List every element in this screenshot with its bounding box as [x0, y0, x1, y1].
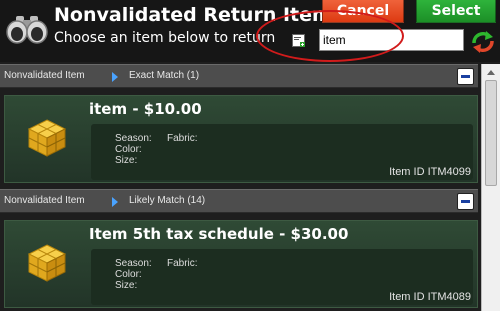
- chevron-right-icon: [112, 197, 118, 207]
- scroll-up-icon[interactable]: [487, 70, 495, 75]
- breadcrumb-root[interactable]: Nonvalidated Item: [4, 195, 85, 206]
- select-button[interactable]: Select: [416, 0, 496, 23]
- breadcrumb-leaf: Likely Match (14): [129, 195, 205, 206]
- scroll-thumb[interactable]: [485, 80, 497, 186]
- add-item-icon[interactable]: [292, 34, 306, 48]
- season-label: Season:: [115, 133, 152, 144]
- item-card[interactable]: Item 5th tax schedule - $30.00 Season: F…: [4, 220, 478, 308]
- breadcrumb-leaf: Exact Match (1): [129, 70, 199, 81]
- binoculars-icon: [6, 10, 48, 46]
- search-input[interactable]: [319, 29, 464, 51]
- dialog-subtitle: Choose an item below to return: [54, 30, 275, 46]
- collapse-button[interactable]: [457, 68, 474, 85]
- vertical-scrollbar[interactable]: [481, 64, 500, 311]
- color-label: Color:: [115, 144, 142, 155]
- cube-icon: [27, 243, 67, 283]
- dialog-title: Nonvalidated Return Item: [54, 4, 332, 26]
- season-label: Season:: [115, 258, 152, 269]
- color-label: Color:: [115, 269, 142, 280]
- chevron-right-icon: [112, 72, 118, 82]
- item-id: Item ID ITM4099: [389, 166, 471, 178]
- cancel-button[interactable]: Cancel: [322, 0, 404, 23]
- breadcrumb-root[interactable]: Nonvalidated Item: [4, 70, 85, 81]
- cube-icon: [27, 118, 67, 158]
- refresh-icon[interactable]: [470, 29, 496, 55]
- collapse-button[interactable]: [457, 193, 474, 210]
- item-name: Item 5th tax schedule - $30.00: [89, 225, 348, 243]
- fabric-label: Fabric:: [167, 258, 198, 269]
- item-card[interactable]: item - $10.00 Season: Fabric: Color: Siz…: [4, 95, 478, 183]
- size-label: Size:: [115, 155, 137, 166]
- size-label: Size:: [115, 280, 137, 291]
- section-bar-exact-match: Nonvalidated Item Exact Match (1): [0, 64, 478, 88]
- header: Nonvalidated Return Item Choose an item …: [0, 0, 500, 62]
- return-item-dialog: Nonvalidated Return Item Choose an item …: [0, 0, 500, 311]
- section-bar-likely-match: Nonvalidated Item Likely Match (14): [0, 189, 478, 213]
- fabric-label: Fabric:: [167, 133, 198, 144]
- item-id: Item ID ITM4089: [389, 291, 471, 303]
- item-name: item - $10.00: [89, 100, 202, 118]
